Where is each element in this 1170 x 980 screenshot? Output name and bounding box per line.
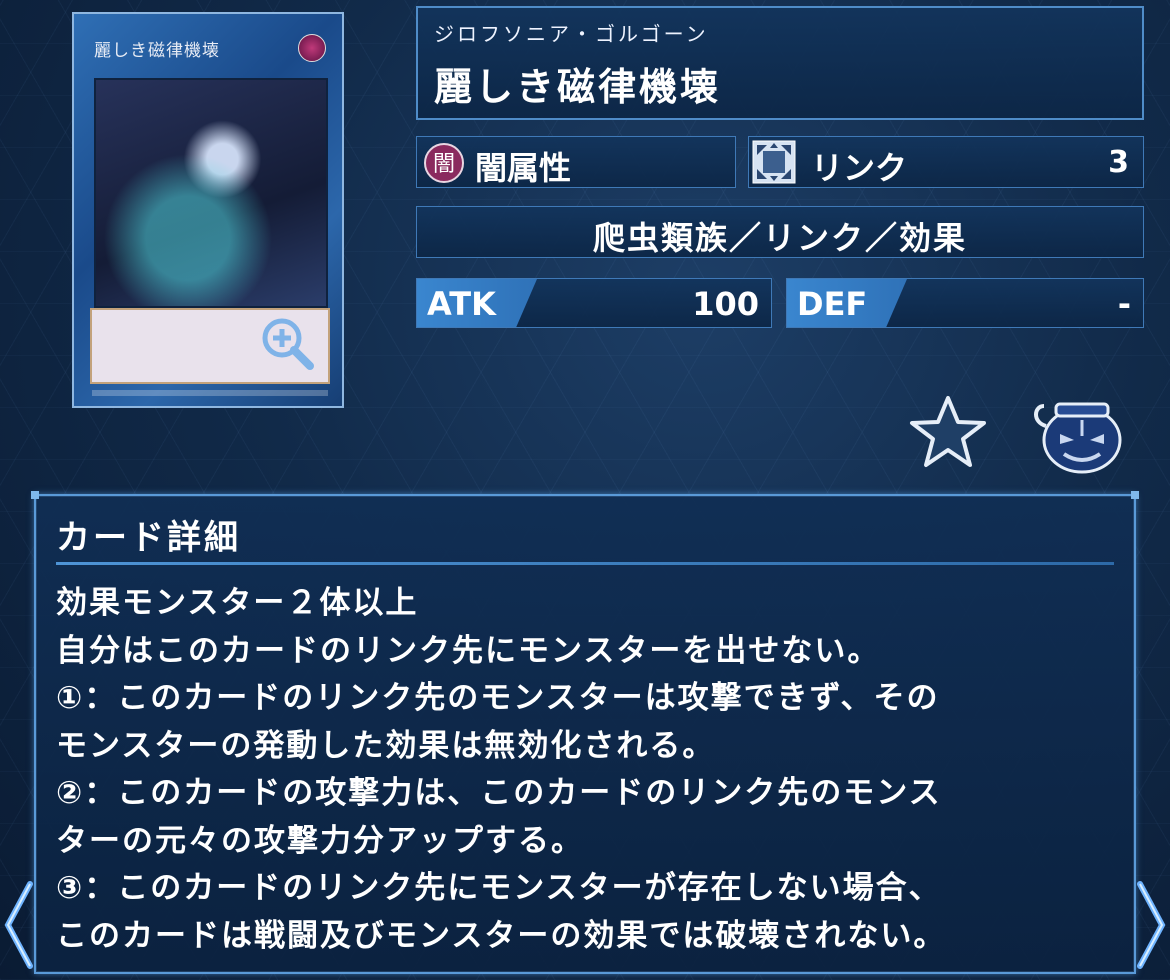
detail-title: カード詳細 <box>56 518 241 558</box>
previous-arrow-icon[interactable] <box>0 880 40 970</box>
card-title-panel: ジロフソニア・ゴルゴーン 麗しき磁律機壊 <box>416 6 1144 120</box>
zoom-in-icon[interactable] <box>258 314 318 374</box>
card-detail-panel: カード詳細 効果モンスター２体以上 自分はこのカードのリンク先にモンスターを出せ… <box>31 491 1139 974</box>
star-icon[interactable] <box>908 394 988 470</box>
panel-corner <box>31 491 39 499</box>
card-footer-strip <box>92 390 328 396</box>
attribute-panel: 闇 闇属性 <box>416 136 736 188</box>
link-panel: リンク 3 <box>748 136 1144 188</box>
type-panel: 爬虫類族／リンク／効果 <box>416 206 1144 258</box>
type-line: 爬虫類族／リンク／効果 <box>592 219 967 257</box>
atk-label: ATK <box>427 285 496 323</box>
card-attribute-mark <box>298 34 326 62</box>
card-ruby: ジロフソニア・ゴルゴーン <box>434 22 709 46</box>
link-rating: 3 <box>1108 145 1129 180</box>
panel-corner <box>1131 491 1139 499</box>
link-arrows-icon <box>752 140 796 184</box>
next-arrow-icon[interactable] <box>1130 880 1170 970</box>
atk-panel: ATK 100 <box>416 278 772 328</box>
detail-divider <box>56 562 1114 565</box>
attribute-label: 闇属性 <box>475 149 572 187</box>
card-image[interactable]: 麗しき磁律機壊 <box>72 12 344 408</box>
attribute-glyph: 闇 <box>433 152 455 177</box>
link-label: リンク <box>811 149 908 187</box>
card-artwork <box>94 78 328 308</box>
def-value: - <box>1117 285 1131 323</box>
card-text-box <box>90 308 330 384</box>
card-effect-text: 効果モンスター２体以上 自分はこのカードのリンク先にモンスターを出せない。 ①：… <box>56 585 947 954</box>
card-image-name: 麗しき磁律機壊 <box>94 41 220 61</box>
dark-attribute-icon: 闇 <box>424 143 464 183</box>
pot-icon[interactable] <box>1030 396 1126 476</box>
def-panel: DEF - <box>786 278 1144 328</box>
def-label: DEF <box>797 285 868 323</box>
atk-value: 100 <box>692 285 759 323</box>
card-title: 麗しき磁律機壊 <box>434 65 722 109</box>
